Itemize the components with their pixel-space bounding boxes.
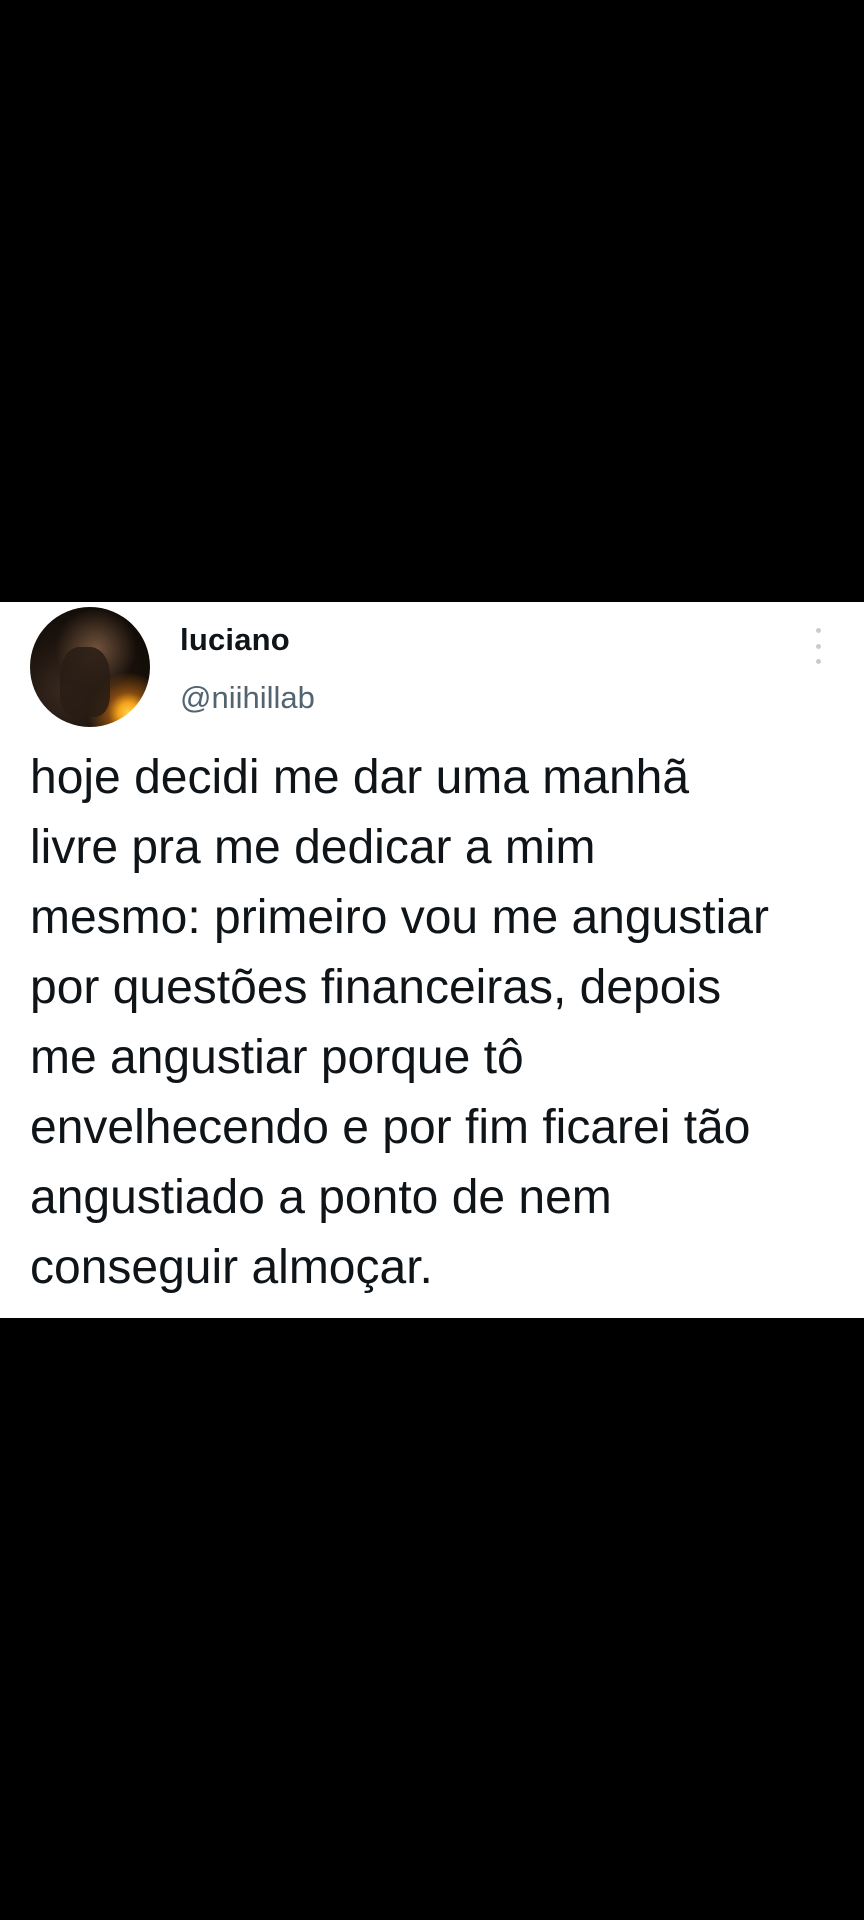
tweet-text-line: por questões financeiras, depois: [30, 961, 722, 1014]
author-handle[interactable]: @niihillab: [180, 680, 315, 716]
more-vertical-icon[interactable]: [806, 628, 830, 664]
menu-dot: [815, 643, 821, 649]
tweet-text-line: me angustiar porque tô: [30, 1031, 524, 1084]
avatar[interactable]: [30, 607, 150, 727]
avatar-photo: [60, 647, 110, 717]
menu-dot: [815, 659, 821, 664]
tweet-text-line: mesmo: primeiro vou me angustiar: [30, 891, 769, 944]
tweet-text-line: livre pra me dedicar a mim: [30, 821, 596, 874]
menu-dot: [815, 628, 821, 633]
tweet-text-line: hoje decidi me dar uma manhã: [30, 751, 690, 804]
tweet-text: hoje decidi me dar uma manhã livre pra m…: [30, 743, 850, 1303]
tweet-text-line: angustiado a ponto de nem: [30, 1171, 612, 1224]
tweet-text-line: conseguir almoçar.: [30, 1241, 433, 1294]
tweet-text-line: envelhecendo e por fim ficarei tão: [30, 1101, 751, 1154]
author-name[interactable]: luciano: [180, 622, 290, 658]
